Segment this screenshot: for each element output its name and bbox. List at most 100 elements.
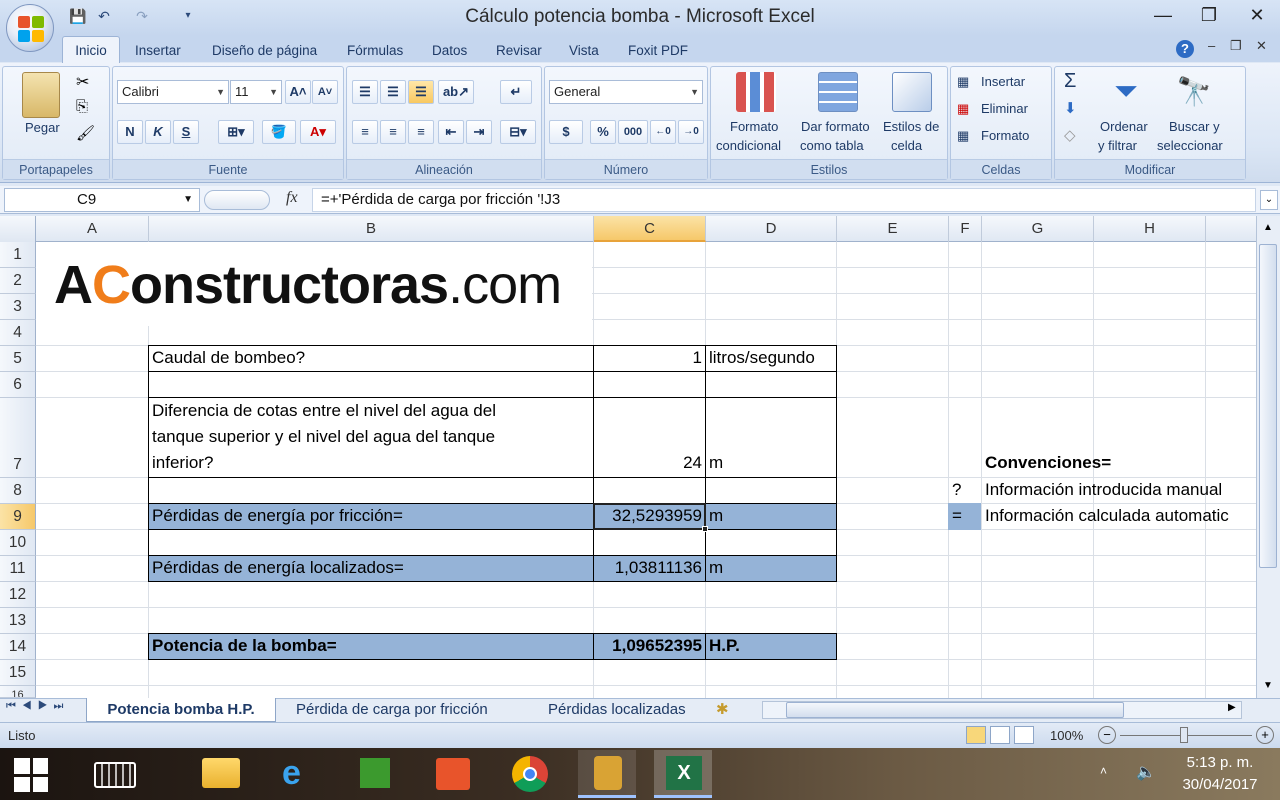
find-select-label-1[interactable]: Buscar y xyxy=(1169,119,1220,134)
row-header-5[interactable]: 5 xyxy=(0,346,36,372)
zoom-level[interactable]: 100% xyxy=(1050,728,1083,743)
help-icon[interactable]: ? xyxy=(1176,40,1194,58)
merge-center-icon[interactable]: ⊟▾ xyxy=(500,120,536,144)
font-color-icon[interactable]: A▾ xyxy=(300,120,336,144)
insert-cells-button[interactable]: Insertar xyxy=(981,74,1025,89)
undo-icon[interactable]: ↶ xyxy=(94,6,114,26)
column-header-next[interactable] xyxy=(1206,216,1256,242)
logo-image[interactable]: AConstructoras.com xyxy=(36,242,592,326)
show-hidden-icons[interactable]: ˄ xyxy=(1100,764,1107,778)
zoom-slider-thumb[interactable] xyxy=(1180,727,1188,743)
clear-icon[interactable]: ◇ xyxy=(1064,126,1076,144)
tab-formulas[interactable]: Fórmulas xyxy=(347,40,403,64)
row-header-13[interactable]: 13 xyxy=(0,608,36,634)
align-left-icon[interactable]: ≡ xyxy=(352,120,378,144)
cell-d7[interactable]: m xyxy=(709,453,723,473)
cell-b7-line1[interactable]: Diferencia de cotas entre el nivel del a… xyxy=(152,401,496,421)
row-header-3[interactable]: 3 xyxy=(0,294,36,320)
find-select-label-2[interactable]: seleccionar xyxy=(1157,138,1223,153)
align-bottom-icon[interactable]: ☰ xyxy=(408,80,434,104)
redo-icon[interactable]: ↷ xyxy=(132,6,152,26)
sheet-tab-potencia-bomba[interactable]: Potencia bomba H.P. xyxy=(86,698,276,722)
sheet-tab-perdida-friccion[interactable]: Pérdida de carga por fricción xyxy=(296,698,488,722)
tab-inicio[interactable]: Inicio xyxy=(62,36,120,64)
vertical-scroll-thumb[interactable] xyxy=(1259,244,1277,568)
cell-b9[interactable]: Pérdidas de energía por fricción= xyxy=(152,506,403,526)
cell-b11[interactable]: Pérdidas de energía localizados= xyxy=(152,558,404,578)
chrome-icon[interactable] xyxy=(500,750,558,798)
row-header-9[interactable]: 9 xyxy=(0,504,36,530)
cell-f9[interactable]: = xyxy=(952,506,962,526)
notes-app-icon[interactable] xyxy=(578,750,636,798)
tab-diseno-pagina[interactable]: Diseño de página xyxy=(212,40,317,64)
conditional-format-label-2[interactable]: condicional xyxy=(716,138,781,153)
horizontal-scroll-thumb[interactable] xyxy=(786,702,1124,718)
align-top-icon[interactable]: ☰ xyxy=(352,80,378,104)
excel-taskbar-icon[interactable]: X xyxy=(654,750,712,798)
fill-icon[interactable]: ⬇ xyxy=(1064,99,1077,117)
format-painter-icon[interactable]: 🖌 xyxy=(76,124,95,142)
file-explorer-icon[interactable] xyxy=(192,750,250,798)
cell-d11[interactable]: m xyxy=(709,558,723,578)
cell-b7-line3[interactable]: inferior? xyxy=(152,453,213,473)
keyboard-icon[interactable] xyxy=(94,762,136,788)
row-header-16[interactable]: 16 xyxy=(0,686,36,698)
orientation-icon[interactable]: ab↗ xyxy=(438,80,474,104)
expand-formula-icon[interactable]: ⌄ xyxy=(1260,190,1278,210)
save-icon[interactable]: 💾 xyxy=(68,6,88,26)
formula-bar-expand-handle[interactable] xyxy=(204,190,270,210)
row-header-1[interactable]: 1 xyxy=(0,242,36,268)
decrease-indent-icon[interactable]: ⇤ xyxy=(438,120,464,144)
internet-explorer-icon[interactable]: e xyxy=(270,750,328,798)
cell-g9[interactable]: Información calculada automatic xyxy=(985,506,1256,526)
format-as-table-label-1[interactable]: Dar formato xyxy=(801,119,870,134)
sheet-nav-icons[interactable]: ⏮◀▶⏭ xyxy=(6,700,69,713)
paste-button[interactable]: Pegar xyxy=(25,120,60,135)
taskbar-date[interactable]: 30/04/2017 xyxy=(1170,776,1270,793)
cell-styles-label-2[interactable]: celda xyxy=(891,138,922,153)
tab-foxit-pdf[interactable]: Foxit PDF xyxy=(628,40,688,64)
ribbon-minimize-icon[interactable]: – xyxy=(1208,38,1215,53)
column-header-a[interactable]: A xyxy=(36,216,149,242)
cell-styles-label-1[interactable]: Estilos de xyxy=(883,119,939,134)
minimize-icon[interactable]: — xyxy=(1140,0,1186,30)
paste-icon[interactable] xyxy=(22,72,60,118)
row-header-10[interactable]: 10 xyxy=(0,530,36,556)
name-box[interactable]: C9 ▼ xyxy=(4,188,200,212)
column-header-g[interactable]: G xyxy=(982,216,1094,242)
delete-cells-button[interactable]: Eliminar xyxy=(981,101,1028,116)
scroll-up-icon[interactable]: ▲ xyxy=(1260,218,1276,238)
cell-b5[interactable]: Caudal de bombeo? xyxy=(152,348,305,368)
row-header-4[interactable]: 4 xyxy=(0,320,36,346)
photos-icon[interactable] xyxy=(424,750,482,798)
sort-filter-label-2[interactable]: y filtrar xyxy=(1098,138,1137,153)
tab-revisar[interactable]: Revisar xyxy=(496,40,542,64)
number-format-select[interactable]: General ▼ xyxy=(549,80,703,104)
volume-icon[interactable]: 🔈 xyxy=(1136,762,1156,782)
format-as-table-label-2[interactable]: como tabla xyxy=(800,138,864,153)
office-button[interactable] xyxy=(6,4,54,52)
conditional-format-icon[interactable] xyxy=(736,72,776,112)
tab-datos[interactable]: Datos xyxy=(432,40,467,64)
fill-color-icon[interactable]: 🪣 xyxy=(262,120,296,144)
page-break-view-icon[interactable] xyxy=(1014,726,1034,744)
shrink-font-icon[interactable]: A˅ xyxy=(312,80,338,104)
insert-sheet-icon[interactable]: ✱ xyxy=(716,698,729,722)
insert-function-icon[interactable]: fx xyxy=(286,189,298,207)
column-header-b[interactable]: B xyxy=(149,216,594,242)
currency-button[interactable]: $ xyxy=(549,120,583,144)
italic-button[interactable]: K xyxy=(145,120,171,144)
align-center-icon[interactable]: ≡ xyxy=(380,120,406,144)
increase-decimal-icon[interactable]: ←0 xyxy=(650,120,676,144)
workbook-close-icon[interactable]: ✕ xyxy=(1256,38,1267,54)
cell-g7[interactable]: Convenciones= xyxy=(985,453,1111,473)
conditional-format-label-1[interactable]: Formato xyxy=(730,119,778,134)
cell-f8[interactable]: ? xyxy=(952,480,961,500)
binoculars-icon[interactable]: 🔭 xyxy=(1174,72,1214,112)
zoom-out-icon[interactable]: − xyxy=(1098,726,1116,744)
column-header-h[interactable]: H xyxy=(1094,216,1206,242)
row-header-15[interactable]: 15 xyxy=(0,660,36,686)
row-header-2[interactable]: 2 xyxy=(0,268,36,294)
format-cells-button[interactable]: Formato xyxy=(981,128,1029,143)
underline-button[interactable]: S xyxy=(173,120,199,144)
